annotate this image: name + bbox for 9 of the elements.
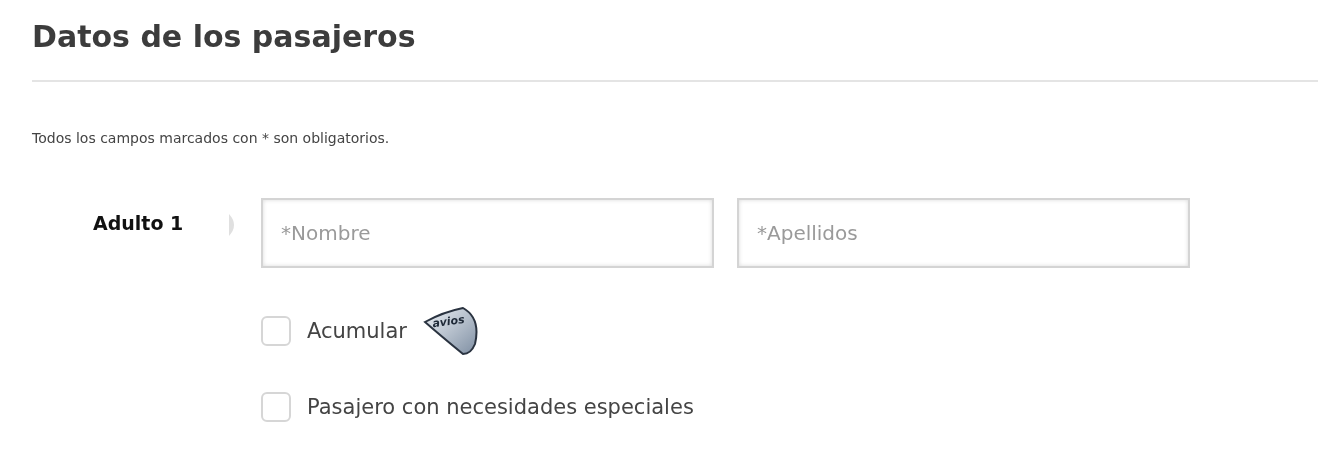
required-fields-note: Todos los campos marcados con * son obligatorios. (32, 130, 391, 146)
checkbox[interactable] (261, 392, 291, 422)
page-title: Datos de los pasajeros (32, 18, 417, 56)
checkbox[interactable] (261, 316, 291, 346)
text-field[interactable]: *Nombre (261, 198, 714, 268)
checkbox-label[interactable]: Pasajero con necesidades especiales (307, 395, 694, 419)
passenger-label: Adulto 1 (93, 212, 185, 234)
checkbox-label[interactable]: Acumular (307, 319, 407, 343)
text-field[interactable]: *Apellidos (737, 198, 1190, 268)
